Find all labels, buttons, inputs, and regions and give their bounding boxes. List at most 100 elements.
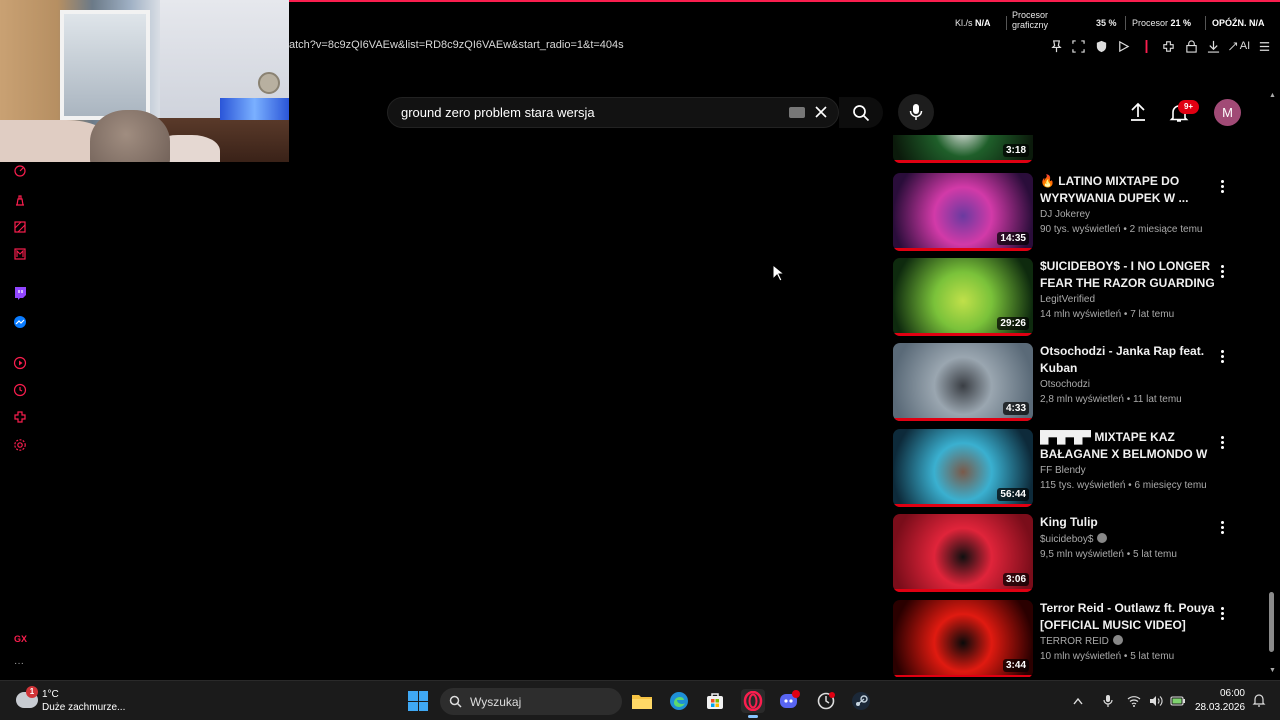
video-duration: 3:18 — [1002, 144, 1029, 157]
view-count: 90 tys. wyświetleń — [1040, 224, 1121, 235]
play-icon[interactable] — [1113, 36, 1136, 56]
channel-name[interactable]: $uicideboy$ — [1040, 534, 1093, 545]
channel-name[interactable]: TERROR REID — [1040, 636, 1109, 647]
latency-stat: OPÓŹN. N/A — [1212, 18, 1265, 28]
divider — [1205, 16, 1206, 30]
wifi-icon[interactable] — [1126, 693, 1142, 709]
video-thumbnail[interactable]: 56:44 — [893, 429, 1033, 507]
microphone-icon[interactable] — [1100, 693, 1116, 709]
view-count: 10 mln wyświetleń — [1040, 651, 1122, 662]
video-thumbnail[interactable]: 3:18 — [893, 135, 1033, 163]
scroll-up-arrow[interactable]: ▲ — [1269, 92, 1276, 99]
download-icon[interactable] — [1203, 36, 1226, 56]
upload-age: 7 lat temu — [1130, 309, 1175, 320]
opera-gx-icon[interactable] — [741, 689, 765, 718]
gx-corner-icon[interactable] — [11, 218, 29, 236]
battery-icon[interactable] — [1170, 693, 1186, 709]
taskbar-search[interactable]: Wyszukaj — [440, 688, 622, 715]
extensions-sidebar-icon[interactable] — [11, 408, 29, 426]
player-icon[interactable] — [11, 354, 29, 372]
search-input[interactable]: ground zero problem stara wersja — [387, 97, 839, 128]
notification-center-icon[interactable] — [1252, 693, 1266, 707]
twitch-icon[interactable] — [11, 284, 29, 302]
video-title[interactable]: $UICIDEBOY$ - I NO LONGER FEAR THE RAZOR… — [1040, 258, 1220, 291]
steam-icon[interactable] — [849, 689, 873, 713]
more-options-icon[interactable] — [1215, 177, 1229, 195]
edge-icon[interactable] — [667, 689, 691, 713]
system-clock[interactable]: 06:00 28.03.2026 — [1195, 687, 1245, 715]
video-thumbnail[interactable]: 29:26 — [893, 258, 1033, 336]
watched-progress-bar — [893, 589, 1033, 592]
channel-name[interactable]: Otsochodzi — [1040, 379, 1090, 390]
gx-control-icon[interactable] — [11, 191, 29, 209]
scrollbar[interactable] — [1267, 90, 1276, 678]
history-icon[interactable] — [11, 381, 29, 399]
store-icon[interactable] — [703, 689, 727, 713]
gx-mods-icon[interactable] — [11, 245, 29, 263]
start-button[interactable] — [408, 691, 428, 711]
video-thumbnail[interactable]: 14:35 — [893, 173, 1033, 251]
discord-icon[interactable] — [777, 689, 801, 713]
more-options-icon[interactable] — [1215, 262, 1229, 280]
pin-icon[interactable] — [1045, 36, 1068, 56]
watched-progress-bar — [893, 160, 1033, 163]
chevron-up-icon[interactable] — [1070, 693, 1086, 709]
separator-dot: • — [1121, 651, 1131, 662]
settings-icon[interactable] — [11, 436, 29, 454]
more-options-icon[interactable] — [1215, 347, 1229, 365]
more-options-icon[interactable] — [1215, 604, 1229, 622]
channel-name[interactable]: DJ Jokerey — [1040, 209, 1090, 220]
menu-icon[interactable] — [1253, 36, 1276, 56]
video-duration: 4:33 — [1002, 402, 1029, 415]
volume-icon[interactable] — [1148, 693, 1164, 709]
upload-button[interactable] — [1127, 101, 1149, 123]
wallet-icon[interactable] — [1180, 36, 1203, 56]
more-options-icon[interactable] — [1215, 518, 1229, 536]
channel-name-row: TERROR REID — [1040, 635, 1220, 649]
messenger-icon[interactable] — [11, 313, 29, 331]
keyboard-icon[interactable] — [789, 107, 805, 118]
watched-progress-bar — [893, 675, 1033, 677]
video-title[interactable]: 🔥 LATINO MIXTAPE DO WYRYWANIA DUPEK W ..… — [1040, 173, 1220, 206]
video-title[interactable]: █▀█▀█▀ MIXTAPE KAZ BAŁAGANE X BELMONDO W… — [1040, 429, 1220, 462]
scrollbar-thumb[interactable] — [1269, 592, 1274, 652]
video-list-item[interactable]: 56:44 █▀█▀█▀ MIXTAPE KAZ BAŁAGANE X BELMO… — [893, 429, 1265, 509]
scroll-down-arrow[interactable]: ▼ — [1269, 667, 1276, 674]
video-duration: 56:44 — [997, 488, 1029, 501]
address-bar-url[interactable]: atch?v=8c9zQI6VAEw&list=RD8c9zQI6VAEw&st… — [289, 39, 624, 51]
file-explorer-icon[interactable] — [630, 689, 654, 713]
voice-search-button[interactable] — [898, 94, 934, 130]
verified-badge-icon — [1097, 532, 1108, 543]
video-title[interactable]: King Tulip — [1040, 514, 1220, 531]
video-list-item[interactable]: 29:26 $UICIDEBOY$ - I NO LONGER FEAR THE … — [893, 258, 1265, 338]
video-title[interactable]: Otsochodzi - Janka Rap feat. Kuban — [1040, 343, 1220, 376]
upload-age: 2 miesiące temu — [1129, 224, 1203, 235]
snapshot-icon[interactable] — [1068, 36, 1091, 56]
video-list-item[interactable]: 4:33 Otsochodzi - Janka Rap feat. Kuban Ot… — [893, 343, 1265, 423]
more-icon[interactable]: ··· — [14, 658, 24, 669]
search-query[interactable]: ground zero problem stara wersja — [401, 105, 595, 120]
more-options-icon[interactable] — [1215, 433, 1229, 451]
weather-widget[interactable]: 1 1°C Duże zachmurze... — [14, 686, 134, 716]
extensions-icon[interactable] — [1158, 36, 1181, 56]
clock-time: 06:00 — [1219, 688, 1245, 699]
video-list-item[interactable]: 3:44 Terror Reid - Outlawz ft. Pouya [OFF… — [893, 600, 1265, 677]
aria-ai-button[interactable]: AI — [1225, 36, 1253, 56]
video-title[interactable]: Terror Reid - Outlawz ft. Pouya [OFFICIA… — [1040, 600, 1220, 633]
divider — [1125, 16, 1126, 30]
video-thumbnail[interactable]: 3:44 — [893, 600, 1033, 677]
search-button[interactable] — [839, 97, 883, 128]
video-thumbnail[interactable]: 3:06 — [893, 514, 1033, 592]
separator-dot: • — [1121, 309, 1131, 320]
avatar[interactable]: M — [1214, 99, 1241, 126]
app-icon-clock[interactable] — [814, 689, 838, 713]
speed-dial-icon[interactable] — [11, 162, 29, 180]
shield-icon[interactable] — [1090, 36, 1113, 56]
video-list-item[interactable]: 3:18 — [893, 135, 1265, 165]
video-list-item[interactable]: 14:35 🔥 LATINO MIXTAPE DO WYRYWANIA DUPEK… — [893, 173, 1265, 253]
video-list-item[interactable]: 3:06 King Tulip $uicideboy$ 9,5 mln wyświet… — [893, 514, 1265, 594]
channel-name[interactable]: FF Blendy — [1040, 465, 1086, 476]
clear-search-icon[interactable] — [813, 104, 829, 120]
channel-name[interactable]: LegitVerified — [1040, 294, 1095, 305]
video-thumbnail[interactable]: 4:33 — [893, 343, 1033, 421]
